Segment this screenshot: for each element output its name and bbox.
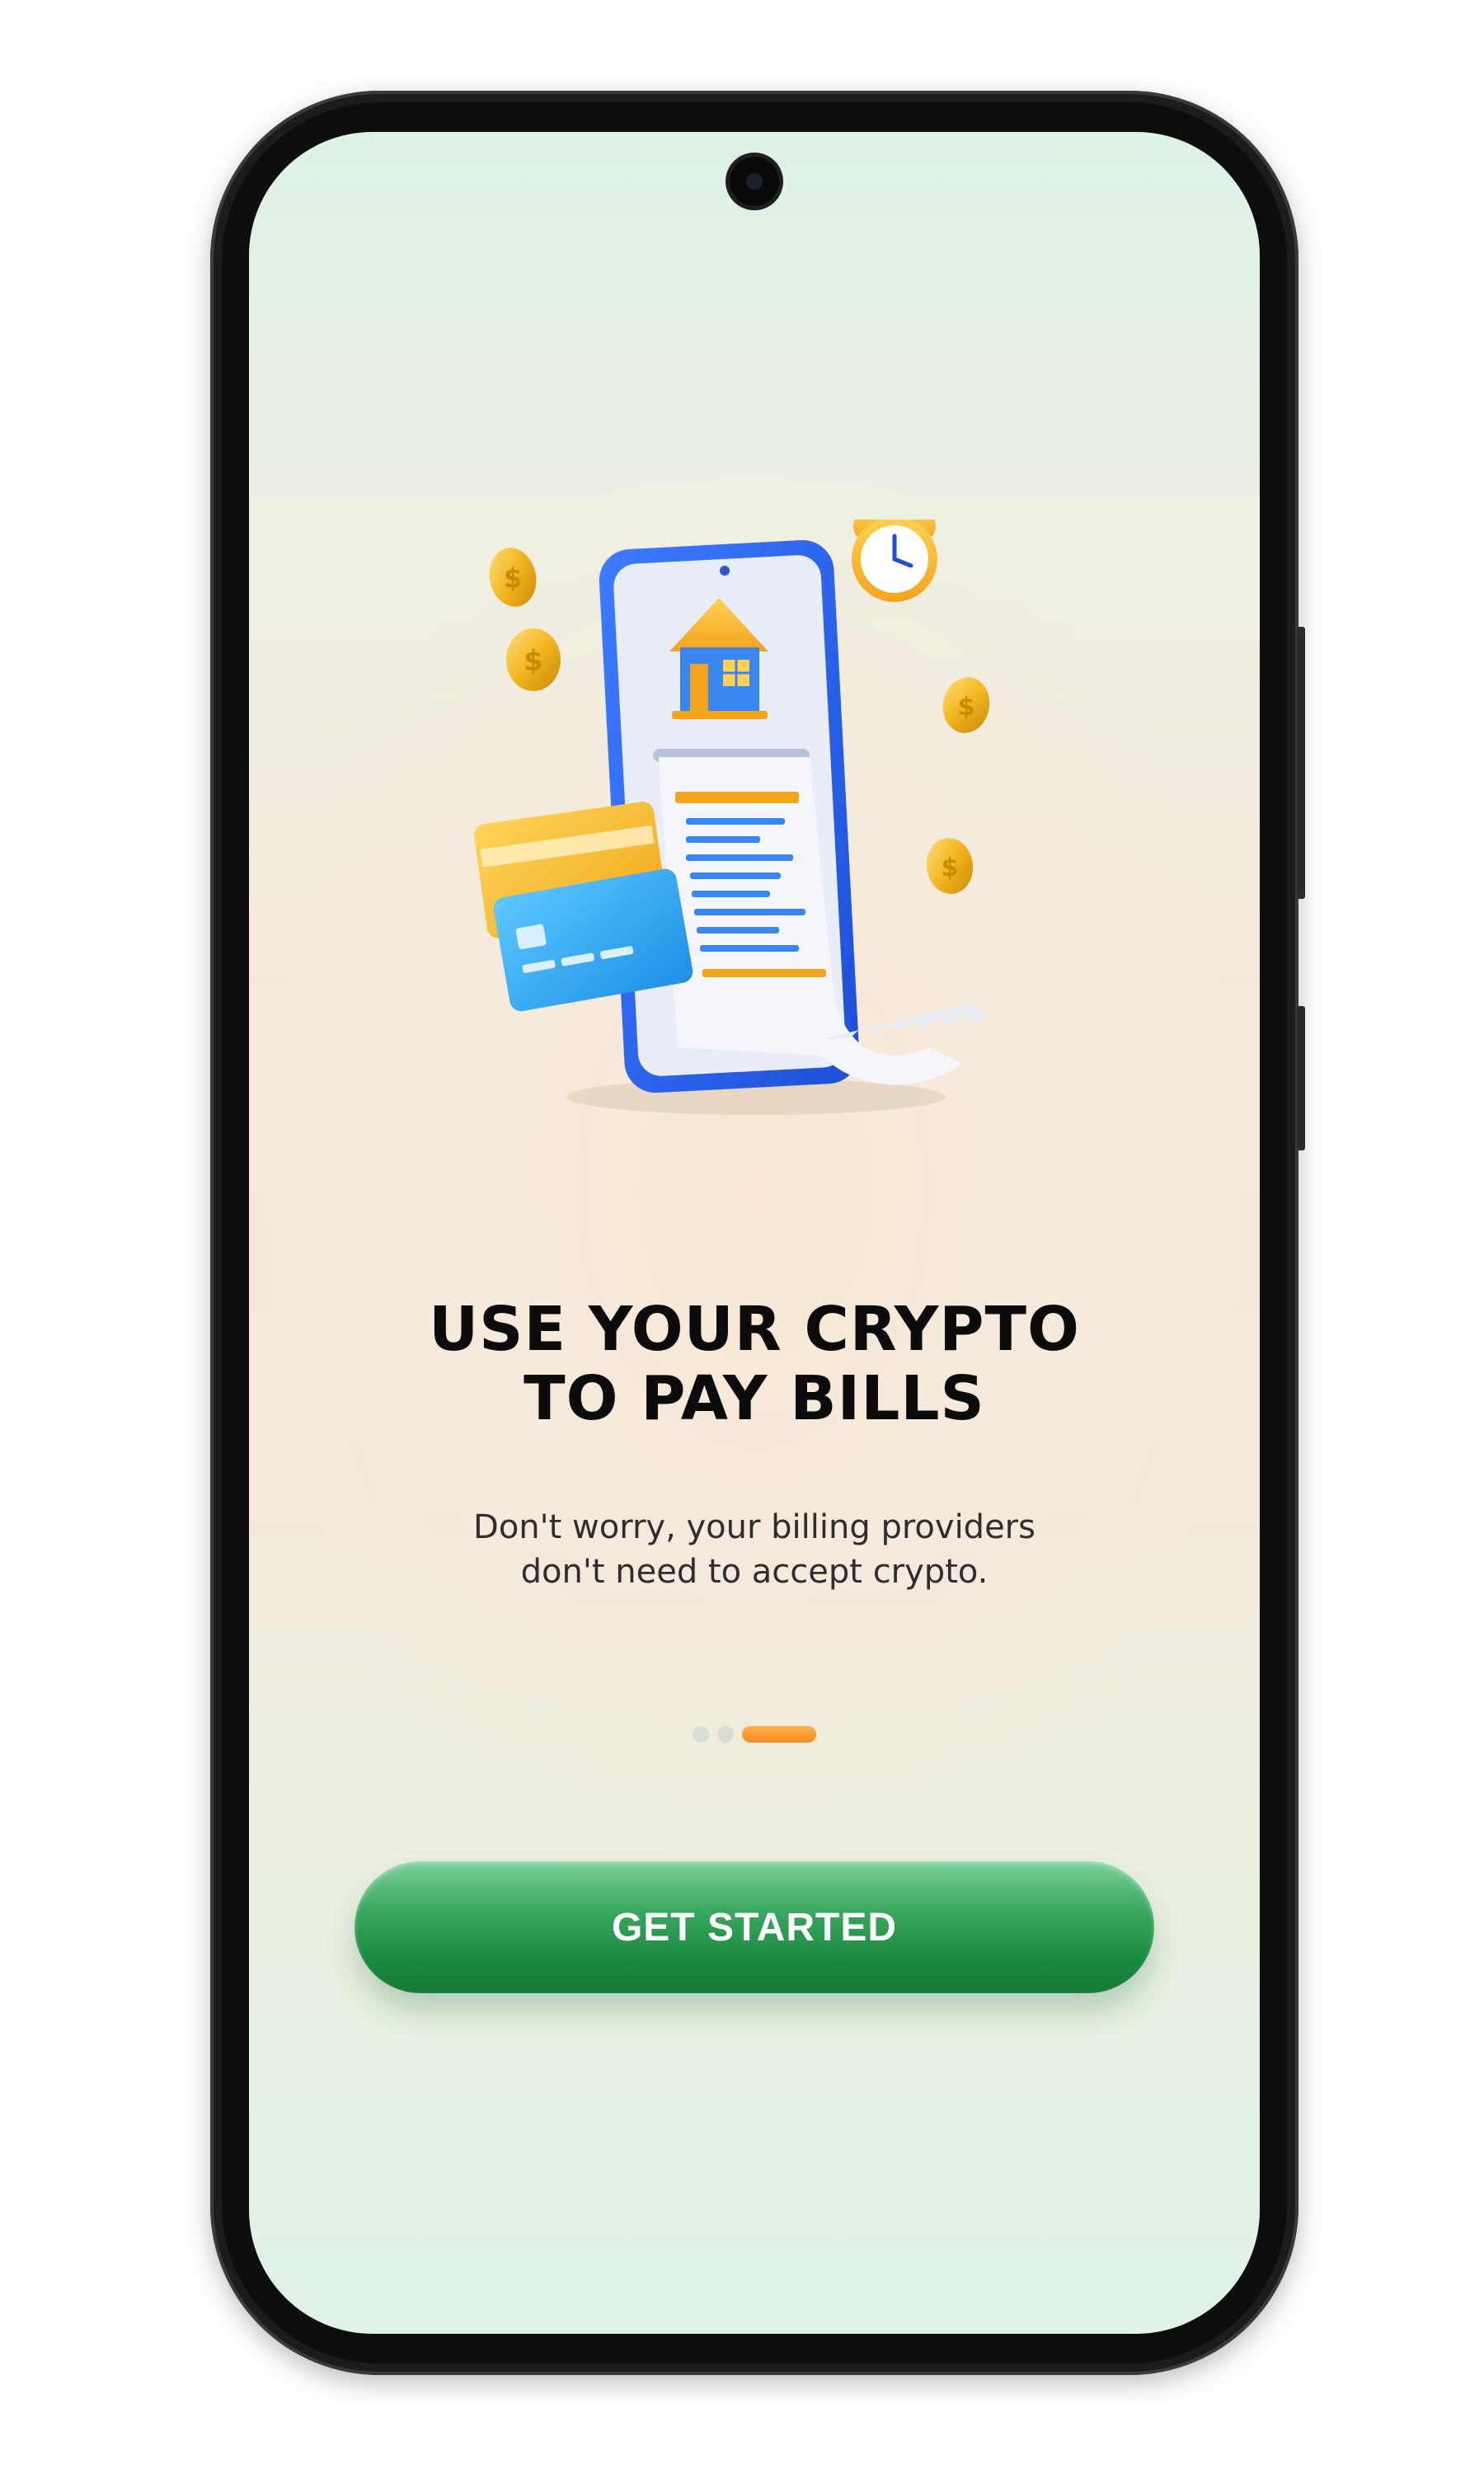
page-dot-active[interactable] xyxy=(742,1726,816,1743)
svg-text:$: $ xyxy=(524,645,543,678)
subtitle-line: don't need to accept crypto. xyxy=(520,1553,989,1591)
bill-payment-illustration: $ $ $ $ xyxy=(474,520,990,1115)
onboarding-subtitle: Don't worry, your billing providers don'… xyxy=(249,1505,1260,1594)
coin-icon: $ xyxy=(489,548,537,607)
svg-text:$: $ xyxy=(504,562,522,594)
volume-button xyxy=(1297,627,1305,899)
title-line: TO PAY BILLS xyxy=(524,1363,985,1434)
page-indicator xyxy=(249,1726,1260,1743)
page-dot[interactable] xyxy=(717,1726,734,1743)
get-started-button[interactable]: GET STARTED xyxy=(355,1861,1154,1993)
svg-text:$: $ xyxy=(942,854,959,882)
svg-text:$: $ xyxy=(958,693,975,722)
coin-icon: $ xyxy=(942,677,990,733)
front-camera xyxy=(730,157,779,206)
power-button xyxy=(1297,1006,1305,1150)
onboarding-title: USE YOUR CRYPTO TO PAY BILLS xyxy=(249,1295,1260,1433)
title-line: USE YOUR CRYPTO xyxy=(429,1294,1080,1365)
phone-screen: $ $ $ $ USE YOUR CRYPTO TO PAY BILLS Don… xyxy=(249,132,1260,2334)
alarm-clock-icon xyxy=(852,520,937,602)
page-dot[interactable] xyxy=(693,1726,709,1743)
subtitle-line: Don't worry, your billing providers xyxy=(473,1508,1036,1546)
coin-icon: $ xyxy=(926,838,974,894)
coin-icon: $ xyxy=(506,628,561,691)
